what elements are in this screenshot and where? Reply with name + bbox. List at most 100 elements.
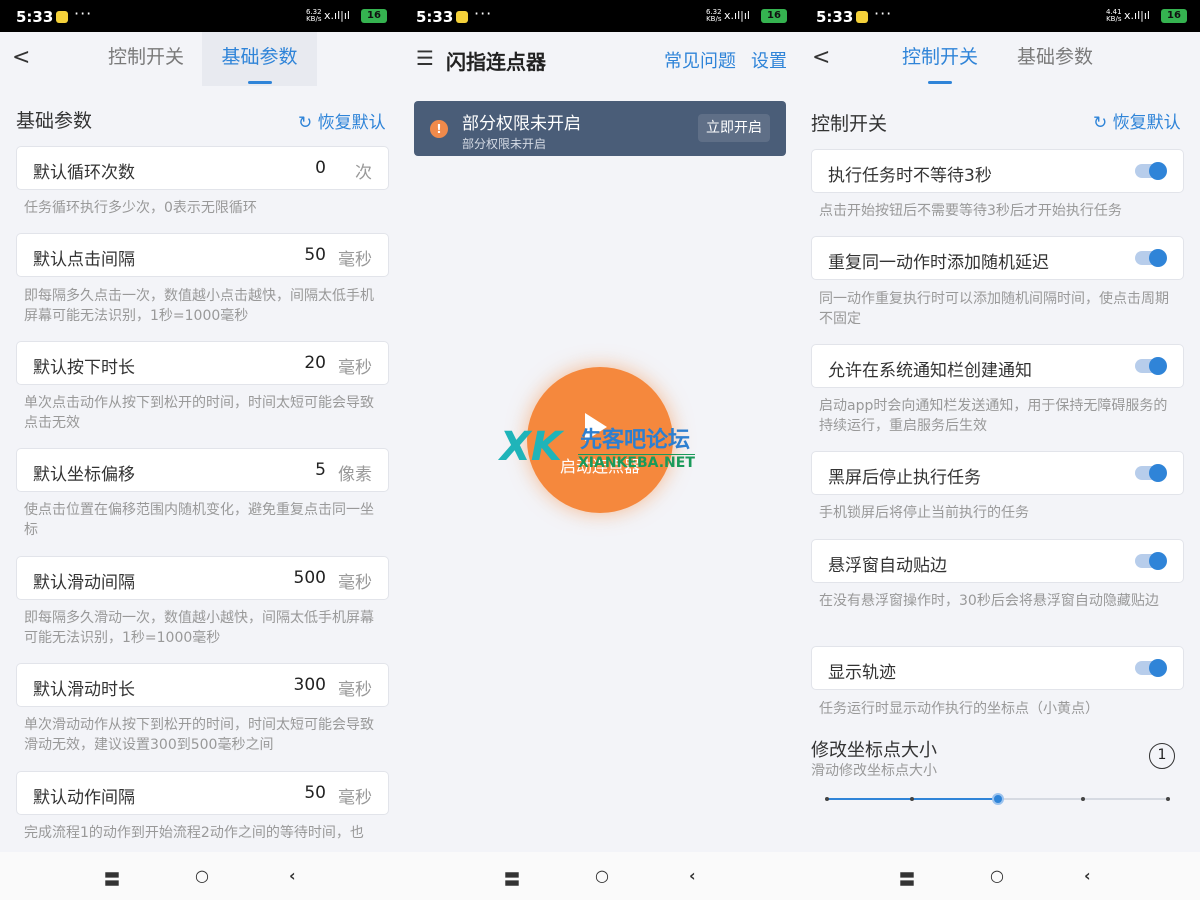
toggle-label: 执行任务时不等待3秒	[828, 166, 992, 186]
param-value[interactable]: 0	[315, 158, 326, 178]
toggle-label: 显示轨迹	[828, 663, 896, 683]
faq-link[interactable]: 常见问题	[664, 47, 736, 73]
tab-basic-params[interactable]: 基础参数	[202, 32, 317, 86]
recent-apps-icon[interactable]: 〓	[899, 866, 915, 890]
toggle-description: 点击开始按钮后不需要等待3秒后才开始执行任务	[819, 203, 1122, 219]
warning-icon: !	[430, 120, 448, 138]
system-nav-bar: 〓 ○ ‹	[400, 852, 800, 900]
param-field[interactable]: 默认滑动间隔 500 毫秒	[16, 556, 389, 600]
param-label: 默认动作间隔	[33, 788, 135, 808]
param-description: 使点击位置在偏移范围内随机变化，避免重复点击同一坐标	[24, 502, 374, 538]
watermark-logo: XK	[500, 424, 562, 470]
slider-thumb[interactable]	[991, 793, 1004, 805]
top-tabs: < 控制开关 基础参数	[800, 32, 1200, 86]
param-field[interactable]: 默认按下时长 20 毫秒	[16, 341, 389, 385]
toggle-switch[interactable]	[1135, 552, 1167, 570]
status-bar: 5:33 ··· 4.41 KB/s ⅹ.ıl|ıl 16	[800, 0, 1200, 32]
battery-icon: 16	[1161, 9, 1187, 23]
network-speed: 6.32 KB/s	[306, 8, 322, 23]
menu-icon[interactable]: ☰	[416, 46, 434, 70]
toggle-description: 任务运行时显示动作执行的坐标点（小黄点）	[819, 701, 1099, 717]
permission-banner: ! 部分权限未开启 部分权限未开启 立即开启	[414, 101, 786, 156]
permission-title: 部分权限未开启	[462, 114, 581, 134]
back-arrow-icon[interactable]: <	[812, 46, 830, 70]
signal-icon: ⅹ.ıl|ıl	[324, 9, 350, 22]
toggle-label: 悬浮窗自动贴边	[828, 556, 947, 576]
param-label: 默认滑动时长	[33, 680, 135, 700]
param-value[interactable]: 20	[304, 353, 326, 373]
toggle-description: 启动app时会向通知栏发送通知，用于保持无障碍服务的持续运行，重启服务后生效	[819, 398, 1168, 434]
param-field[interactable]: 默认循环次数 0 次	[16, 146, 389, 190]
param-unit: 次	[355, 163, 372, 183]
network-speed: 4.41 KB/s	[1106, 8, 1122, 23]
refresh-icon: ↻	[298, 113, 313, 133]
param-unit: 毫秒	[338, 680, 372, 700]
recent-apps-icon[interactable]: 〓	[104, 866, 120, 890]
restore-default-button[interactable]: ↻ 恢复默认	[298, 108, 386, 133]
toggle-row: 显示轨迹	[811, 646, 1184, 690]
tab-control-switch[interactable]: 控制开关	[888, 32, 992, 86]
param-value[interactable]: 300	[294, 675, 326, 695]
toggle-row: 允许在系统通知栏创建通知	[811, 344, 1184, 388]
toggle-switch[interactable]	[1135, 659, 1167, 677]
signal-icon: ⅹ.ıl|ıl	[724, 9, 750, 22]
toggle-row: 黑屏后停止执行任务	[811, 451, 1184, 495]
network-speed: 6.32 KB/s	[706, 8, 722, 23]
recent-apps-icon[interactable]: 〓	[504, 866, 520, 890]
param-unit: 毫秒	[338, 788, 372, 808]
param-description: 即每隔多久点击一次，数值越小点击越快，间隔太低手机屏幕可能无法识别，1秒=100…	[24, 288, 374, 324]
nav-back-icon[interactable]: ‹	[689, 866, 696, 885]
permission-subtitle: 部分权限未开启	[462, 137, 547, 151]
size-title: 修改坐标点大小	[811, 740, 937, 761]
settings-link[interactable]: 设置	[751, 47, 787, 73]
param-unit: 毫秒	[338, 250, 372, 270]
param-value[interactable]: 50	[304, 245, 326, 265]
toggle-switch[interactable]	[1135, 464, 1167, 482]
param-label: 默认按下时长	[33, 358, 135, 378]
restore-default-button[interactable]: ↻ 恢复默认	[1093, 108, 1181, 133]
toggle-knob	[1149, 659, 1167, 677]
tab-control-switch[interactable]: 控制开关	[92, 32, 200, 86]
top-tabs: < 控制开关 基础参数	[0, 32, 400, 86]
status-bar: 5:33 ··· 6.32 KB/s ⅹ.ıl|ıl 16	[0, 0, 400, 32]
enable-now-button[interactable]: 立即开启	[698, 114, 770, 142]
tab-basic-params[interactable]: 基础参数	[1002, 32, 1108, 86]
status-time: 5:33	[816, 8, 854, 26]
param-value[interactable]: 5	[315, 460, 326, 480]
nav-back-icon[interactable]: ‹	[289, 866, 296, 885]
watermark: XK 先客吧论坛 XIANKEBA.NET	[500, 420, 700, 480]
param-unit: 像素	[338, 465, 372, 485]
slider-tick	[910, 797, 915, 801]
param-value[interactable]: 50	[304, 783, 326, 803]
toggle-switch[interactable]	[1135, 249, 1167, 267]
screen-basic-params: 5:33 ··· 6.32 KB/s ⅹ.ıl|ıl 16 < 控制开关 基础参数…	[0, 0, 400, 900]
back-arrow-icon[interactable]: <	[12, 46, 30, 70]
nav-back-icon[interactable]: ‹	[1084, 866, 1091, 885]
refresh-icon: ↻	[1093, 113, 1108, 133]
param-description: 完成流程1的动作到开始流程2动作之间的等待时间，也	[24, 825, 364, 841]
toggle-knob	[1149, 552, 1167, 570]
system-nav-bar: 〓 ○ ‹	[800, 852, 1200, 900]
screen-home: 5:33 ··· 6.32 KB/s ⅹ.ıl|ıl 16 ☰ 闪指连点器 常见问…	[400, 0, 800, 900]
home-icon[interactable]: ○	[195, 866, 209, 885]
toggle-switch[interactable]	[1135, 162, 1167, 180]
slider-tick	[1166, 797, 1170, 801]
notification-app-icon	[456, 11, 468, 23]
param-field[interactable]: 默认滑动时长 300 毫秒	[16, 663, 389, 707]
toggle-description: 手机锁屏后将停止当前执行的任务	[819, 505, 1029, 521]
toggle-switch[interactable]	[1135, 357, 1167, 375]
home-icon[interactable]: ○	[595, 866, 609, 885]
param-field[interactable]: 默认点击间隔 50 毫秒	[16, 233, 389, 277]
home-icon[interactable]: ○	[990, 866, 1004, 885]
param-field[interactable]: 默认坐标偏移 5 像素	[16, 448, 389, 492]
section-title: 基础参数	[16, 110, 93, 132]
slider-tick	[1080, 797, 1085, 801]
param-field[interactable]: 默认动作间隔 50 毫秒	[16, 771, 389, 815]
screen-control-switch: 5:33 ··· 4.41 KB/s ⅹ.ıl|ıl 16 < 控制开关 基础参数…	[800, 0, 1200, 900]
toggle-label: 重复同一动作时添加随机延迟	[828, 253, 1049, 273]
watermark-cn: 先客吧论坛	[580, 428, 691, 453]
status-time: 5:33	[416, 8, 454, 26]
size-slider[interactable]	[825, 793, 1170, 805]
param-value[interactable]: 500	[294, 568, 326, 588]
section-title: 控制开关	[811, 113, 888, 135]
